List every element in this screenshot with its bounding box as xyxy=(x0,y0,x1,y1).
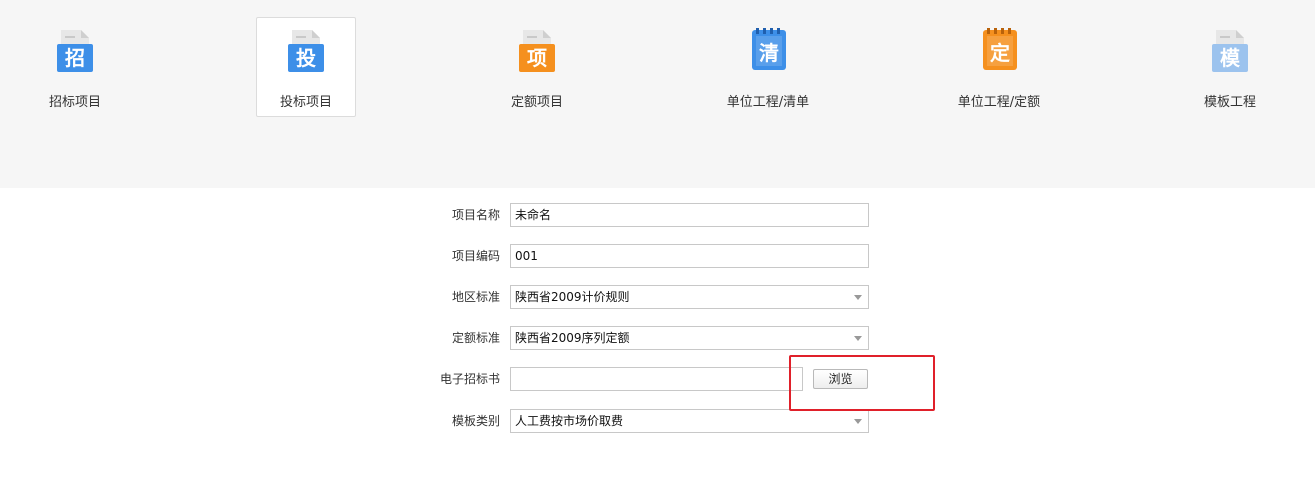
region-standard-select[interactable]: 陕西省2009计价规则 xyxy=(510,285,869,309)
tile-unit-bill-label: 单位工程/清单 xyxy=(726,95,810,110)
tile-unit-quota-label: 单位工程/定额 xyxy=(957,95,1041,110)
tile-unit-quota[interactable]: 定 单位工程/定额 xyxy=(949,17,1049,117)
project-code-label: 项目编码 xyxy=(451,249,500,263)
svg-text:投: 投 xyxy=(296,46,316,70)
tile-tender-project-label: 招标项目 xyxy=(48,95,101,110)
tile-template-project-label: 模板工程 xyxy=(1203,95,1256,110)
tile-unit-bill[interactable]: 清 单位工程/清单 xyxy=(718,17,818,117)
e-tender-doc-input[interactable] xyxy=(510,367,803,391)
quota-project-icon: 项 xyxy=(519,30,555,72)
svg-text:项: 项 xyxy=(527,46,547,70)
tile-quota-project[interactable]: 项 定额项目 xyxy=(487,17,587,117)
e-tender-doc-label: 电子招标书 xyxy=(439,372,500,386)
project-name-label: 项目名称 xyxy=(451,208,500,222)
template-type-label: 模板类别 xyxy=(451,414,500,428)
project-code-input[interactable]: 001 xyxy=(510,244,869,268)
template-type-value: 人工费按市场价取费 xyxy=(515,414,624,428)
quota-standard-value: 陕西省2009序列定额 xyxy=(515,331,630,345)
region-standard-value: 陕西省2009计价规则 xyxy=(515,290,630,304)
quota-standard-label: 定额标准 xyxy=(451,331,500,345)
project-name-input[interactable]: 未命名 xyxy=(510,203,869,227)
annotation-highlight-box xyxy=(789,355,935,411)
svg-text:清: 清 xyxy=(759,41,779,65)
svg-text:模: 模 xyxy=(1220,46,1241,70)
tile-template-project[interactable]: 模 模板工程 xyxy=(1180,17,1280,117)
project-form: 项目名称 未命名 项目编码 001 地区标准 陕西省2009计价规则 定额标准 … xyxy=(0,188,1315,503)
bid-project-icon: 投 xyxy=(288,30,324,72)
template-type-select[interactable]: 人工费按市场价取费 xyxy=(510,409,869,433)
tender-project-icon: 招 xyxy=(57,30,93,72)
unit-bill-icon: 清 xyxy=(752,28,786,70)
chevron-down-icon xyxy=(854,419,862,424)
tile-bid-project[interactable]: 投 投标项目 xyxy=(256,17,356,117)
chevron-down-icon xyxy=(854,336,862,341)
svg-text:定: 定 xyxy=(990,41,1010,65)
region-standard-label: 地区标准 xyxy=(451,290,500,304)
project-type-toolbar: 招 招标项目 投 投标项目 项 定额项目 清 单位工程/清单 定 单位工程/定额… xyxy=(0,0,1315,188)
tile-tender-project[interactable]: 招 招标项目 xyxy=(25,17,125,117)
tile-bid-project-label: 投标项目 xyxy=(279,95,332,110)
unit-quota-icon: 定 xyxy=(983,28,1017,70)
template-project-icon: 模 xyxy=(1212,30,1248,72)
chevron-down-icon xyxy=(854,295,862,300)
tile-quota-project-label: 定额项目 xyxy=(510,95,563,110)
svg-text:招: 招 xyxy=(65,46,85,70)
quota-standard-select[interactable]: 陕西省2009序列定额 xyxy=(510,326,869,350)
